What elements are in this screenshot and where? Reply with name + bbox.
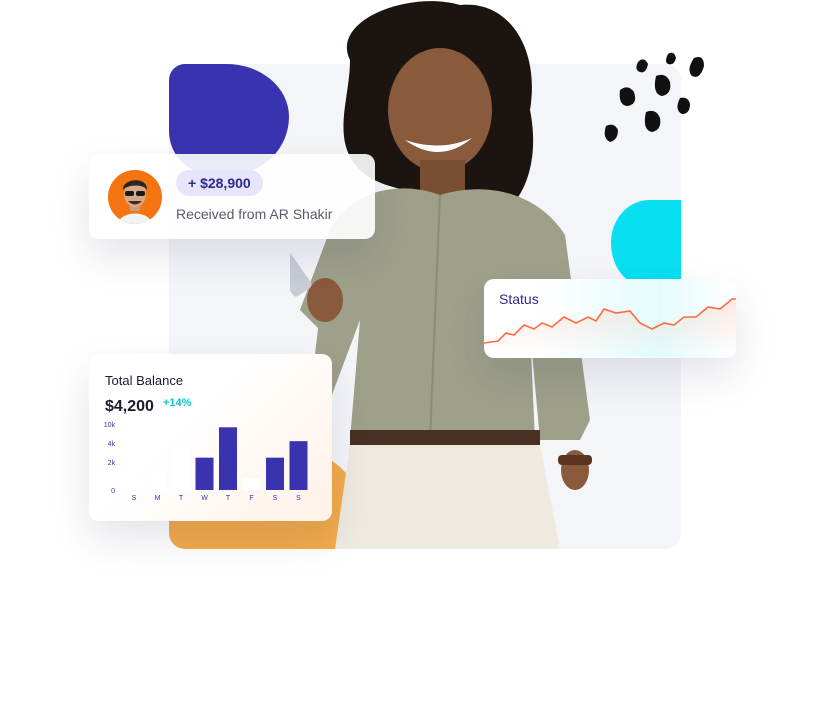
decorative-brush-dots [604, 52, 704, 142]
bar [266, 457, 284, 490]
bar [148, 471, 167, 490]
amount-badge: + $28,900 [176, 170, 263, 196]
cyan-blob [611, 200, 681, 285]
x-tick-label: T [226, 495, 231, 502]
x-tick-label: S [296, 495, 301, 502]
bar [172, 445, 190, 490]
y-tick-label: 0 [111, 488, 115, 495]
balance-title: Total Balance [105, 373, 184, 388]
status-card: Status [484, 279, 736, 358]
bar [195, 457, 214, 490]
x-tick-label: M [155, 495, 161, 502]
x-tick-label: F [249, 495, 253, 502]
x-tick-label: S [132, 495, 137, 502]
status-sparkline [484, 298, 736, 355]
x-tick-label: S [273, 495, 278, 502]
payment-received-card: + $28,900 Received from AR Shakir [89, 154, 375, 239]
bar [219, 427, 237, 490]
avatar [108, 170, 162, 224]
y-tick-label: 4k [108, 441, 116, 448]
bar [125, 478, 143, 490]
received-from-label: Received from AR Shakir [176, 206, 333, 222]
bar [289, 441, 308, 490]
y-tick-label: 10k [104, 422, 116, 429]
woman-with-phone-photo [290, 1, 592, 549]
balance-change-badge: +14% [163, 397, 192, 409]
y-tick-label: 2k [108, 460, 116, 467]
balance-value: $4,200 [105, 398, 154, 415]
total-balance-card: Total Balance $4,200 +14% 10k 4k 2k 0 S M T W T F… [89, 354, 332, 521]
x-tick-label: W [201, 495, 208, 502]
x-tick-label: T [179, 495, 184, 502]
weekly-balance-bar-chart: 10k 4k 2k 0 S M T W T F S S [104, 422, 308, 502]
bar [242, 478, 261, 490]
